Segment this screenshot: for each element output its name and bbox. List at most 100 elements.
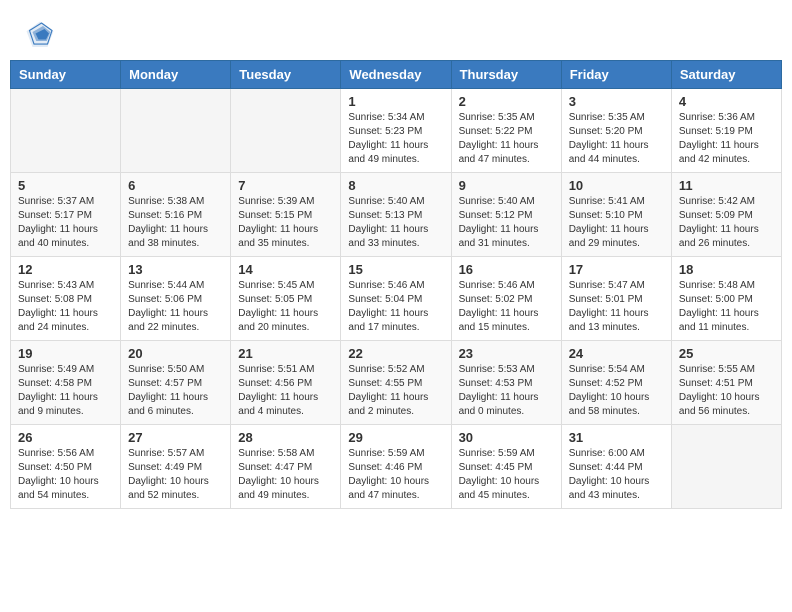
day-number: 23 [459, 346, 554, 361]
day-info: Sunrise: 5:43 AM Sunset: 5:08 PM Dayligh… [18, 279, 113, 335]
calendar-cell: 13Sunrise: 5:44 AM Sunset: 5:06 PM Dayli… [121, 257, 231, 341]
day-info: Sunrise: 5:34 AM Sunset: 5:23 PM Dayligh… [348, 111, 443, 167]
calendar-cell: 30 Sunrise: 5:59 AM Sunset: 4:45 PM Dayli… [451, 425, 561, 509]
day-info: Sunrise: 5:49 AM Sunset: 4:58 PM Dayligh… [18, 363, 113, 419]
calendar-week-row: 1 Sunrise: 5:34 AM Sunset: 5:23 PM Daylig… [11, 89, 782, 173]
day-number: 22 [348, 346, 443, 361]
calendar-cell: 1 Sunrise: 5:34 AM Sunset: 5:23 PM Daylig… [341, 89, 451, 173]
calendar-cell: 31 Sunrise: 6:00 AM Sunset: 4:44 PM Dayli… [561, 425, 671, 509]
calendar-cell [231, 89, 341, 173]
day-number: 1 [348, 94, 443, 109]
day-number: 7 [238, 178, 333, 193]
calendar-cell: 12Sunrise: 5:43 AM Sunset: 5:08 PM Dayli… [11, 257, 121, 341]
day-number: 26 [18, 430, 113, 445]
weekday-header-wednesday: Wednesday [341, 61, 451, 89]
calendar-cell: 4 Sunrise: 5:36 AM Sunset: 5:19 PM Daylig… [671, 89, 781, 173]
calendar-cell: 3 Sunrise: 5:35 AM Sunset: 5:20 PM Daylig… [561, 89, 671, 173]
day-info: Sunrise: 5:36 AM Sunset: 5:19 PM Dayligh… [679, 111, 774, 167]
day-number: 4 [679, 94, 774, 109]
day-number: 3 [569, 94, 664, 109]
day-number: 11 [679, 178, 774, 193]
calendar-cell: 14Sunrise: 5:45 AM Sunset: 5:05 PM Dayli… [231, 257, 341, 341]
calendar-cell: 20 Sunrise: 5:50 AM Sunset: 4:57 PM Dayli… [121, 341, 231, 425]
day-number: 18 [679, 262, 774, 277]
calendar-cell: 29 Sunrise: 5:59 AM Sunset: 4:46 PM Dayli… [341, 425, 451, 509]
calendar-table: SundayMondayTuesdayWednesdayThursdayFrid… [10, 60, 782, 509]
day-info: Sunrise: 5:59 AM Sunset: 4:46 PM Dayligh… [348, 447, 443, 503]
day-info: Sunrise: 5:54 AM Sunset: 4:52 PM Dayligh… [569, 363, 664, 419]
day-info: Sunrise: 5:59 AM Sunset: 4:45 PM Dayligh… [459, 447, 554, 503]
day-number: 5 [18, 178, 113, 193]
calendar-cell: 6 Sunrise: 5:38 AM Sunset: 5:16 PM Daylig… [121, 173, 231, 257]
day-info: Sunrise: 5:46 AM Sunset: 5:02 PM Dayligh… [459, 279, 554, 335]
day-info: Sunrise: 5:41 AM Sunset: 5:10 PM Dayligh… [569, 195, 664, 251]
calendar-cell: 5 Sunrise: 5:37 AM Sunset: 5:17 PM Daylig… [11, 173, 121, 257]
day-info: Sunrise: 5:48 AM Sunset: 5:00 PM Dayligh… [679, 279, 774, 335]
weekday-header-row: SundayMondayTuesdayWednesdayThursdayFrid… [11, 61, 782, 89]
day-number: 21 [238, 346, 333, 361]
day-number: 27 [128, 430, 223, 445]
day-number: 14 [238, 262, 333, 277]
day-info: Sunrise: 5:35 AM Sunset: 5:20 PM Dayligh… [569, 111, 664, 167]
day-info: Sunrise: 5:47 AM Sunset: 5:01 PM Dayligh… [569, 279, 664, 335]
calendar-cell: 16 Sunrise: 5:46 AM Sunset: 5:02 PM Dayli… [451, 257, 561, 341]
day-number: 15 [348, 262, 443, 277]
calendar-cell: 11 Sunrise: 5:42 AM Sunset: 5:09 PM Dayli… [671, 173, 781, 257]
day-number: 30 [459, 430, 554, 445]
day-number: 31 [569, 430, 664, 445]
calendar-cell: 9 Sunrise: 5:40 AM Sunset: 5:12 PM Daylig… [451, 173, 561, 257]
day-info: Sunrise: 5:52 AM Sunset: 4:55 PM Dayligh… [348, 363, 443, 419]
day-number: 25 [679, 346, 774, 361]
day-number: 24 [569, 346, 664, 361]
day-number: 10 [569, 178, 664, 193]
day-info: Sunrise: 6:00 AM Sunset: 4:44 PM Dayligh… [569, 447, 664, 503]
calendar-cell: 7 Sunrise: 5:39 AM Sunset: 5:15 PM Daylig… [231, 173, 341, 257]
day-number: 9 [459, 178, 554, 193]
weekday-header-monday: Monday [121, 61, 231, 89]
day-number: 20 [128, 346, 223, 361]
calendar-cell: 2Sunrise: 5:35 AM Sunset: 5:22 PM Daylig… [451, 89, 561, 173]
day-number: 29 [348, 430, 443, 445]
day-info: Sunrise: 5:39 AM Sunset: 5:15 PM Dayligh… [238, 195, 333, 251]
day-info: Sunrise: 5:40 AM Sunset: 5:12 PM Dayligh… [459, 195, 554, 251]
day-info: Sunrise: 5:50 AM Sunset: 4:57 PM Dayligh… [128, 363, 223, 419]
day-number: 28 [238, 430, 333, 445]
calendar-cell: 18 Sunrise: 5:48 AM Sunset: 5:00 PM Dayli… [671, 257, 781, 341]
calendar-week-row: 26 Sunrise: 5:56 AM Sunset: 4:50 PM Dayli… [11, 425, 782, 509]
calendar-cell: 24 Sunrise: 5:54 AM Sunset: 4:52 PM Dayli… [561, 341, 671, 425]
calendar-cell: 10 Sunrise: 5:41 AM Sunset: 5:10 PM Dayli… [561, 173, 671, 257]
day-number: 2 [459, 94, 554, 109]
day-info: Sunrise: 5:37 AM Sunset: 5:17 PM Dayligh… [18, 195, 113, 251]
calendar-cell: 25 Sunrise: 5:55 AM Sunset: 4:51 PM Dayli… [671, 341, 781, 425]
calendar-cell: 19Sunrise: 5:49 AM Sunset: 4:58 PM Dayli… [11, 341, 121, 425]
day-number: 8 [348, 178, 443, 193]
day-info: Sunrise: 5:51 AM Sunset: 4:56 PM Dayligh… [238, 363, 333, 419]
day-info: Sunrise: 5:58 AM Sunset: 4:47 PM Dayligh… [238, 447, 333, 503]
day-info: Sunrise: 5:56 AM Sunset: 4:50 PM Dayligh… [18, 447, 113, 503]
calendar-cell: 23 Sunrise: 5:53 AM Sunset: 4:53 PM Dayli… [451, 341, 561, 425]
weekday-header-saturday: Saturday [671, 61, 781, 89]
logo [25, 20, 59, 50]
day-number: 17 [569, 262, 664, 277]
page-header [10, 10, 782, 55]
calendar-cell [121, 89, 231, 173]
day-info: Sunrise: 5:53 AM Sunset: 4:53 PM Dayligh… [459, 363, 554, 419]
day-number: 13 [128, 262, 223, 277]
calendar-cell: 17 Sunrise: 5:47 AM Sunset: 5:01 PM Dayli… [561, 257, 671, 341]
weekday-header-sunday: Sunday [11, 61, 121, 89]
day-info: Sunrise: 5:57 AM Sunset: 4:49 PM Dayligh… [128, 447, 223, 503]
day-number: 6 [128, 178, 223, 193]
calendar-week-row: 12Sunrise: 5:43 AM Sunset: 5:08 PM Dayli… [11, 257, 782, 341]
day-info: Sunrise: 5:46 AM Sunset: 5:04 PM Dayligh… [348, 279, 443, 335]
calendar-week-row: 19Sunrise: 5:49 AM Sunset: 4:58 PM Dayli… [11, 341, 782, 425]
day-info: Sunrise: 5:42 AM Sunset: 5:09 PM Dayligh… [679, 195, 774, 251]
day-number: 16 [459, 262, 554, 277]
calendar-cell: 22 Sunrise: 5:52 AM Sunset: 4:55 PM Dayli… [341, 341, 451, 425]
day-info: Sunrise: 5:38 AM Sunset: 5:16 PM Dayligh… [128, 195, 223, 251]
weekday-header-tuesday: Tuesday [231, 61, 341, 89]
weekday-header-friday: Friday [561, 61, 671, 89]
calendar-cell: 27 Sunrise: 5:57 AM Sunset: 4:49 PM Dayli… [121, 425, 231, 509]
calendar-cell: 15 Sunrise: 5:46 AM Sunset: 5:04 PM Dayli… [341, 257, 451, 341]
calendar-cell: 8Sunrise: 5:40 AM Sunset: 5:13 PM Daylig… [341, 173, 451, 257]
day-info: Sunrise: 5:55 AM Sunset: 4:51 PM Dayligh… [679, 363, 774, 419]
